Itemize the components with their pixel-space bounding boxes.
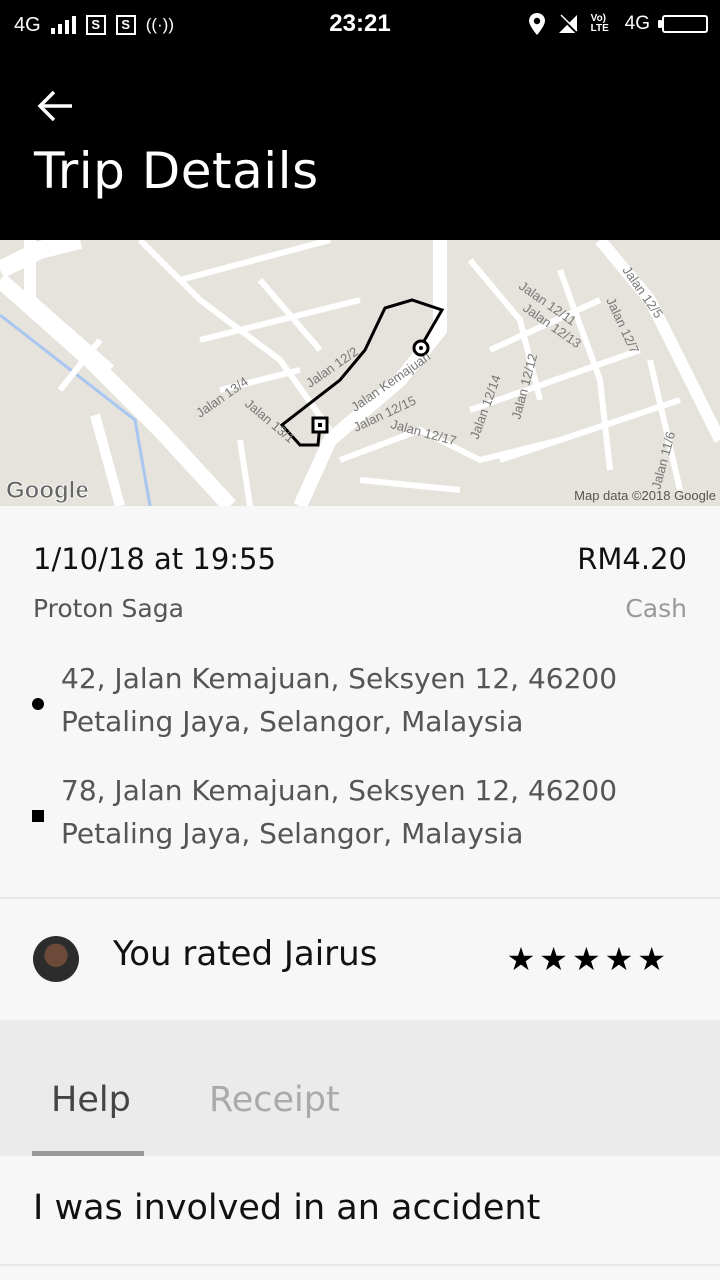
rated-driver-text: You rated Jairus [113, 934, 378, 974]
trip-payment-method: Cash [625, 594, 687, 623]
status-bar-right: Vo) LTE 4G [528, 10, 708, 38]
google-logo: Google [6, 477, 89, 504]
app-header: Trip Details [0, 50, 720, 240]
map-attribution: Map data ©2018 Google [574, 488, 716, 503]
trip-date: 1/10/18 at 19:55 [33, 542, 276, 576]
driver-avatar [33, 936, 79, 982]
back-button[interactable] [34, 84, 78, 128]
status-bar: 4G S S ((·)) 23:21 Vo) LTE 4G [0, 0, 720, 50]
dropoff-address-line2: Petaling Jaya, Selangor, Malaysia [61, 817, 524, 850]
dropoff-address-line1: 78, Jalan Kemajuan, Seksyen 12, 46200 [61, 774, 618, 807]
trip-vehicle: Proton Saga [33, 594, 184, 623]
dropoff-square-icon [32, 810, 44, 822]
tab-help[interactable]: Help [51, 1080, 131, 1120]
trip-summary: 1/10/18 at 19:55 RM4.20 Proton Saga Cash… [0, 506, 720, 898]
back-arrow-icon [37, 90, 72, 122]
pickup-address-line1: 42, Jalan Kemajuan, Seksyen 12, 46200 [61, 662, 618, 695]
muted-icon [557, 14, 578, 34]
trip-fare: RM4.20 [577, 542, 687, 576]
star-rating: ★★★★★ [506, 940, 670, 978]
battery-icon [658, 15, 708, 33]
trip-map[interactable]: Jalan 13/4 Jalan 13/1 Jalan 12/2 Jalan K… [0, 240, 720, 506]
network-type-right: 4G [624, 13, 650, 34]
pickup-dot-icon [32, 698, 44, 710]
tab-bar: Help Receipt [0, 1020, 720, 1156]
dropoff-address: 78, Jalan Kemajuan, Seksyen 12, 46200 Pe… [61, 769, 681, 855]
help-item-label: I was involved in an accident [33, 1188, 541, 1228]
driver-rating-row: You rated Jairus ★★★★★ [0, 900, 720, 1020]
page-title: Trip Details [34, 142, 319, 200]
tab-receipt[interactable]: Receipt [209, 1080, 340, 1120]
volte-icon: Vo) LTE [590, 13, 609, 34]
divider [0, 897, 720, 899]
map-canvas: Jalan 13/4 Jalan 13/1 Jalan 12/2 Jalan K… [0, 240, 720, 506]
pickup-address: 42, Jalan Kemajuan, Seksyen 12, 46200 Pe… [61, 657, 681, 743]
pickup-address-line2: Petaling Jaya, Selangor, Malaysia [61, 705, 524, 738]
location-icon [528, 13, 545, 35]
help-list-item[interactable]: I was involved in an accident [0, 1156, 720, 1266]
